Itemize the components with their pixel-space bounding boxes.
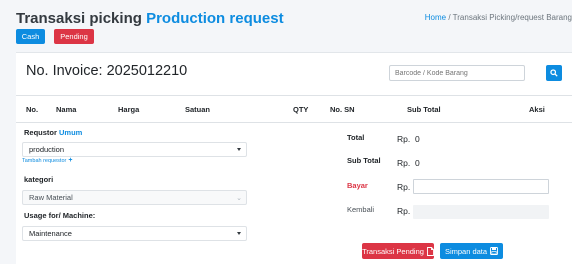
kembali-label: Kembali xyxy=(347,205,375,214)
search-icon xyxy=(550,69,558,77)
column-header-qty: QTY xyxy=(293,105,309,114)
column-header-nama: Nama xyxy=(56,105,77,114)
transaksi-pending-button[interactable]: Transaksi Pending xyxy=(362,243,434,259)
column-header-no-sn: No. SN xyxy=(330,105,355,114)
chevron-down-icon: ⌄ xyxy=(236,195,242,202)
bayar-label: Bayar xyxy=(347,181,368,190)
page-title: Transaksi picking Production request xyxy=(16,10,284,27)
kategori-select-value: Raw Material xyxy=(29,193,73,202)
breadcrumb-home-link[interactable]: Home xyxy=(425,13,446,22)
caret-down-icon xyxy=(237,148,241,151)
breadcrumb-current: Transaksi Picking/request Barang xyxy=(452,13,572,22)
transaction-card: No. Invoice: 2025012210 No. Nama Harga S… xyxy=(16,52,572,264)
page-title-accent: Production request xyxy=(146,10,284,27)
usage-label: Usage for/ Machine: xyxy=(24,211,96,220)
search-button[interactable] xyxy=(546,65,562,81)
bayar-input[interactable] xyxy=(413,179,549,194)
breadcrumb: Home / Transaksi Picking/request Barang xyxy=(425,13,572,22)
add-requestor-label: Tambah requestor xyxy=(22,157,67,164)
column-header-satuan: Satuan xyxy=(185,105,211,114)
invoice-number: No. Invoice: 2025012210 xyxy=(26,63,188,79)
requestor-select-value: production xyxy=(29,145,65,154)
kategori-select[interactable]: Raw Material ⌄ xyxy=(22,190,247,205)
pending-button[interactable]: Pending xyxy=(54,29,94,44)
total-value: Rp. 0 xyxy=(397,134,420,144)
total-label: Total xyxy=(347,133,365,142)
column-header-sub-total: Sub Total xyxy=(407,105,441,114)
items-table-header: No. Nama Harga Satuan QTY No. SN Sub Tot… xyxy=(16,95,572,123)
file-icon xyxy=(426,246,434,256)
requestor-label: Requstor Umum xyxy=(24,128,83,137)
simpan-data-label: Simpan data xyxy=(444,246,488,256)
requestor-select[interactable]: production xyxy=(22,142,247,157)
save-icon xyxy=(490,247,499,255)
barcode-search-input[interactable] xyxy=(389,65,525,81)
usage-select-value: Maintenance xyxy=(29,229,72,238)
bayar-currency: Rp. xyxy=(397,182,411,192)
column-header-aksi: Aksi xyxy=(529,105,545,114)
cash-button[interactable]: Cash xyxy=(16,29,45,44)
simpan-data-button[interactable]: Simpan data xyxy=(440,243,503,259)
sub-total-label: Sub Total xyxy=(347,156,381,165)
usage-machine-select[interactable]: Maintenance xyxy=(22,226,247,241)
page-title-main: Transaksi picking xyxy=(16,10,142,27)
column-header-harga: Harga xyxy=(118,105,140,114)
breadcrumb-separator: / xyxy=(448,13,451,22)
sub-total-value: Rp. 0 xyxy=(397,158,420,168)
add-requestor-link[interactable]: Tambah requestor + xyxy=(22,157,72,164)
caret-down-icon xyxy=(237,232,241,235)
requestor-label-accent: Umum xyxy=(59,128,83,137)
kembali-currency: Rp. xyxy=(397,206,411,216)
kembali-field xyxy=(413,205,549,219)
kategori-label: kategori xyxy=(24,175,54,184)
column-header-no: No. xyxy=(26,105,39,114)
transaksi-pending-label: Transaksi Pending xyxy=(362,246,424,256)
plus-icon: + xyxy=(68,157,73,164)
